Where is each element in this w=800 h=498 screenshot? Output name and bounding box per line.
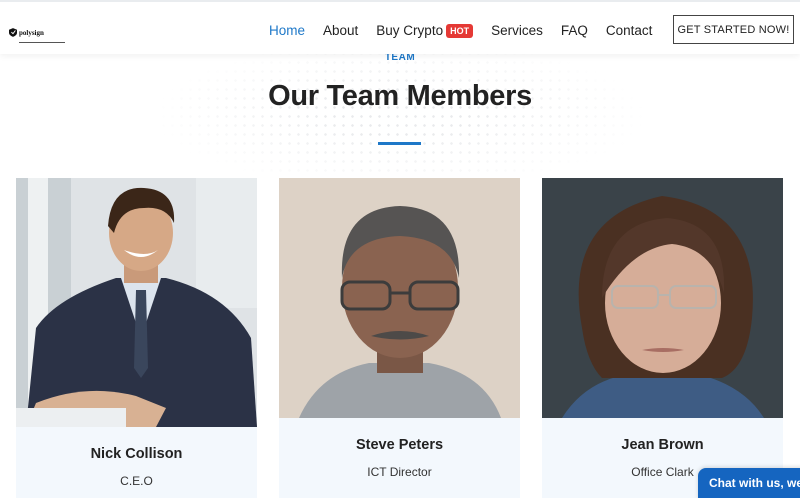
nav-home[interactable]: Home [269, 23, 305, 38]
team-member-name: Nick Collison [90, 446, 183, 462]
site-header: polysign Home About Buy Crypto HOT Servic… [0, 0, 800, 54]
main-nav: Home About Buy Crypto HOT Services FAQ Co… [269, 20, 670, 40]
team-member-name: Jean Brown [621, 437, 704, 453]
nav-buy-crypto[interactable]: Buy Crypto HOT [376, 22, 474, 38]
nav-about[interactable]: About [323, 23, 358, 38]
team-member-name: Steve Peters [355, 437, 444, 453]
team-photo [16, 178, 257, 427]
logo-underline [19, 42, 65, 43]
shield-icon [9, 28, 17, 37]
team-photo [279, 178, 520, 418]
team-card: Nick Collison C.E.O [16, 178, 257, 498]
nav-services[interactable]: Services [491, 23, 543, 38]
team-card: Steve Peters ICT Director [279, 178, 520, 498]
get-started-button[interactable]: GET STARTED NOW! [673, 15, 794, 44]
logo[interactable]: polysign [9, 22, 65, 43]
team-member-role: C.E.O [120, 474, 153, 488]
team-photo [542, 178, 783, 418]
team-card: Jean Brown Office Clark [542, 178, 783, 498]
nav-buy-crypto-label: Buy Crypto [376, 22, 444, 38]
team-member-role: ICT Director [367, 465, 432, 479]
nav-faq[interactable]: FAQ [561, 23, 588, 38]
nav-contact[interactable]: Contact [606, 23, 653, 38]
page: polysign Home About Buy Crypto HOT Servic… [0, 0, 800, 498]
logo-text: polysign [19, 29, 44, 37]
title-divider [378, 142, 421, 145]
chat-widget-button[interactable]: Chat with us, we're [698, 468, 800, 498]
section-title: Our Team Members [268, 80, 532, 112]
hot-badge: HOT [446, 23, 474, 38]
